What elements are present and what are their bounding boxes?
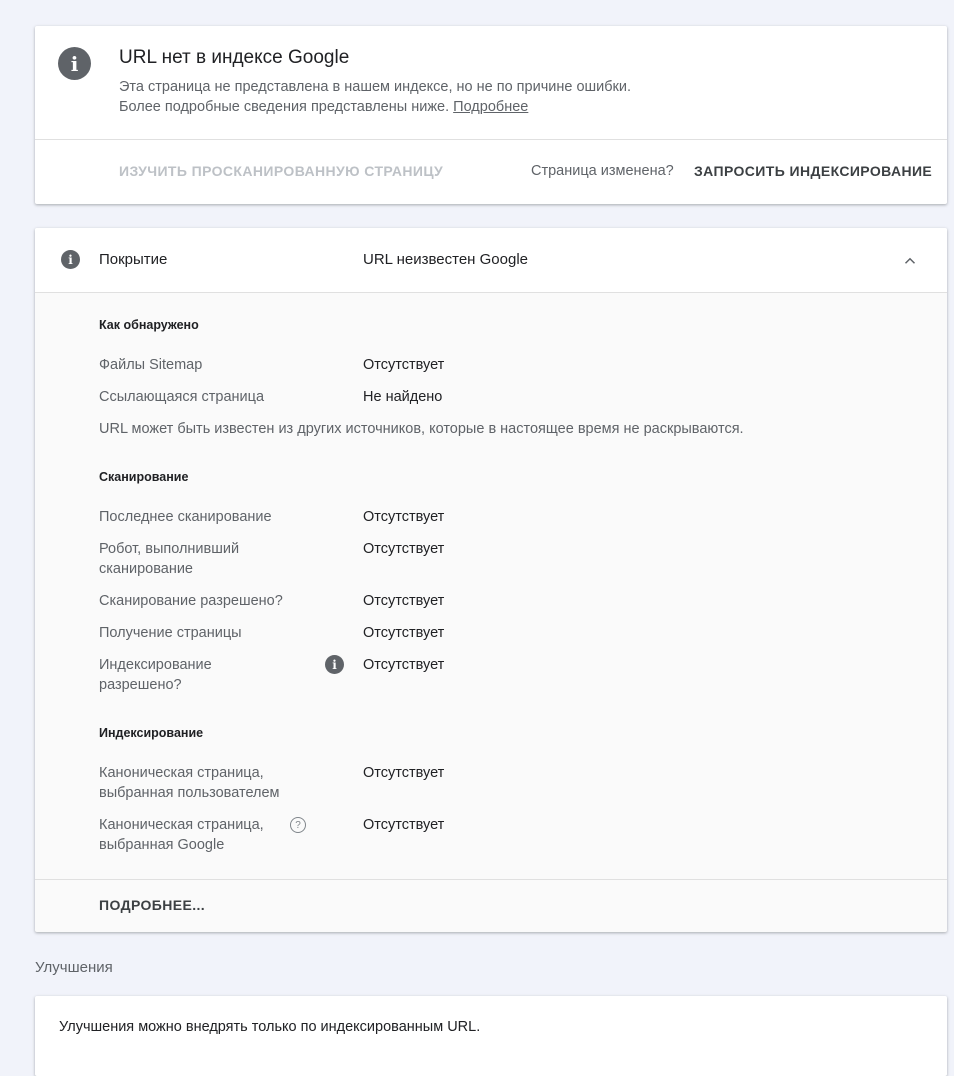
row-label: Ссылающаяся страница xyxy=(99,389,265,405)
page-changed-question: Страница изменена? xyxy=(531,163,674,179)
section-title-discovery: Как обнаружено xyxy=(99,318,199,332)
divider xyxy=(35,139,947,140)
row-label: Сканирование разрешено? xyxy=(99,593,283,609)
section-title-indexing: Индексирование xyxy=(99,726,204,740)
row-value: Отсутствует xyxy=(363,593,445,609)
row-value: Отсутствует xyxy=(363,541,445,557)
info-icon: i xyxy=(58,47,91,80)
chevron-up-icon[interactable] xyxy=(901,252,919,270)
status-title: URL нет в индексе Google xyxy=(119,47,350,68)
improvements-heading: Улучшения xyxy=(35,959,113,976)
row-label: Каноническая страница, выбранная Google xyxy=(99,817,264,853)
inspect-crawled-page-button[interactable]: ИЗУЧИТЬ ПРОСКАНИРОВАННУЮ СТРАНИЦУ xyxy=(119,163,443,179)
row-value: Отсутствует xyxy=(363,765,445,781)
coverage-label: Покрытие xyxy=(99,251,168,268)
status-desc-line1: Эта страница не представлена в нашем инд… xyxy=(119,79,632,95)
more-details-button[interactable]: ПОДРОБНЕЕ... xyxy=(99,897,205,913)
row-label: Индексирование разрешено? xyxy=(99,657,212,693)
row-value: Отсутствует xyxy=(363,625,445,641)
row-value: Отсутствует xyxy=(363,817,445,833)
index-status-card: i URL нет в индексе Google Эта страница … xyxy=(35,26,947,204)
status-description: Эта страница не представлена в нашем инд… xyxy=(119,77,631,117)
coverage-card: i Покрытие URL неизвестен Google Как обн… xyxy=(35,228,947,932)
learn-more-link[interactable]: Подробнее xyxy=(453,99,528,115)
row-value: Не найдено xyxy=(363,389,443,405)
request-indexing-button[interactable]: ЗАПРОСИТЬ ИНДЕКСИРОВАНИЕ xyxy=(694,163,932,179)
row-value: Отсутствует xyxy=(363,357,445,373)
row-label: Файлы Sitemap xyxy=(99,357,203,373)
row-value: Отсутствует xyxy=(363,509,445,525)
section-title-crawl: Сканирование xyxy=(99,470,189,484)
improvements-text: Улучшения можно внедрять только по индек… xyxy=(59,1019,481,1035)
status-desc-line2: Более подробные сведения представлены ни… xyxy=(119,99,450,115)
row-label: Последнее сканирование xyxy=(99,509,272,525)
discovery-note: URL может быть известен из других источн… xyxy=(99,421,744,437)
row-label: Получение страницы xyxy=(99,625,242,641)
coverage-header[interactable]: i Покрытие URL неизвестен Google xyxy=(35,228,947,293)
divider xyxy=(35,879,947,880)
row-label: Робот, выполнивший сканирование xyxy=(99,541,240,577)
coverage-value: URL неизвестен Google xyxy=(363,251,529,268)
info-icon: i xyxy=(61,250,80,269)
help-icon[interactable]: ? xyxy=(290,817,306,833)
row-value: Отсутствует xyxy=(363,657,445,673)
info-icon[interactable]: i xyxy=(325,655,344,674)
improvements-card: Улучшения можно внедрять только по индек… xyxy=(35,996,947,1076)
row-label: Каноническая страница, выбранная пользов… xyxy=(99,765,280,801)
